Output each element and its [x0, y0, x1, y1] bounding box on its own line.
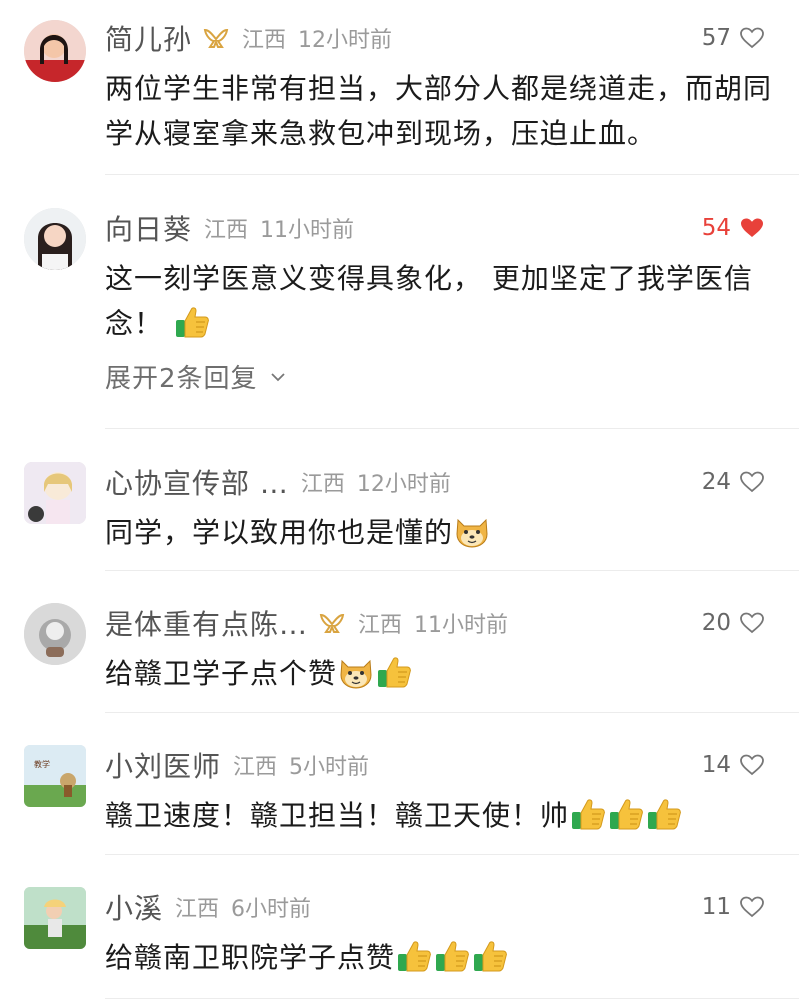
comment-item: 心协宣传部 … 江西 12小时前 24 同学，学以致用你也是懂的 — [0, 462, 799, 572]
timestamp: 12小时前 — [298, 28, 393, 53]
divider — [105, 570, 799, 571]
heart-filled-icon — [739, 216, 765, 240]
location: 江西 — [233, 755, 278, 780]
username[interactable]: 是体重有点陈… — [105, 603, 308, 643]
heart-icon — [739, 753, 765, 777]
like-button[interactable]: 24 — [702, 464, 765, 500]
comment-item: 简儿孙 江西 12小时前 57 两位学生非常有担当，大部分人都是绕道走，而胡同学… — [0, 18, 799, 178]
thumbs-up-icon — [608, 797, 644, 831]
heart-icon — [739, 470, 765, 494]
like-count: 54 — [701, 215, 731, 241]
comment-text: 给赣南卫职院学子点赞 — [105, 935, 785, 980]
heart-icon — [739, 895, 765, 919]
comment-header: 向日葵 江西 11小时前 — [105, 208, 354, 248]
location: 江西 — [204, 218, 249, 243]
username[interactable]: 小溪 — [105, 887, 163, 927]
heart-icon — [739, 26, 765, 50]
comment-item: 向日葵 江西 11小时前 54 这一刻学医意义变得具象化， 更加坚定了我学医信 … — [0, 208, 799, 423]
like-count: 20 — [701, 610, 731, 636]
comment-text: 两位学生非常有担当，大部分人都是绕道走，而胡同学从寝室拿来急救包冲到现场，压迫止… — [105, 72, 773, 150]
expand-replies-button[interactable]: 展开2条回复 — [105, 358, 286, 395]
location: 江西 — [358, 613, 403, 638]
thumbs-up-icon — [646, 797, 682, 831]
divider — [105, 428, 799, 429]
comment-header: 是体重有点陈… 江西 11小时前 — [105, 603, 508, 643]
expand-replies-label: 展开2条回复 — [105, 364, 258, 394]
comment-text-content: 给赣卫学子点个赞 — [105, 657, 338, 690]
comment-header: 小溪 江西 6小时前 — [105, 887, 311, 927]
thumbs-up-icon — [376, 655, 412, 689]
thumbs-up-icon — [472, 939, 508, 973]
username[interactable]: 向日葵 — [105, 208, 192, 248]
location: 江西 — [242, 28, 287, 53]
like-button[interactable]: 14 — [702, 747, 765, 783]
like-count: 14 — [701, 752, 731, 778]
username[interactable]: 心协宣传部 … — [105, 462, 289, 502]
divider — [105, 854, 799, 855]
avatar[interactable] — [24, 20, 86, 82]
comment-item: 小溪 江西 6小时前 11 给赣南卫职院学子点赞 — [0, 887, 799, 997]
comment-text-content: 同学，学以致用你也是懂的 — [105, 516, 454, 549]
like-count: 57 — [701, 25, 731, 51]
ribbon-badge-icon — [318, 612, 346, 634]
comment-text-line: 这一刻学医意义变得具象化， 更加坚定了我学医信 — [105, 262, 753, 295]
divider — [105, 998, 799, 999]
like-button[interactable]: 54 — [702, 210, 765, 246]
thumbs-up-icon — [174, 305, 210, 339]
thumbs-up-icon — [570, 797, 606, 831]
like-button[interactable]: 11 — [702, 889, 765, 925]
timestamp: 12小时前 — [356, 472, 451, 497]
avatar[interactable] — [24, 462, 86, 524]
avatar[interactable] — [24, 603, 86, 665]
thumbs-up-icon — [434, 939, 470, 973]
like-count: 24 — [701, 469, 731, 495]
comment-text-content: 赣卫速度！赣卫担当！赣卫天使！帅 — [105, 799, 570, 832]
timestamp: 5小时前 — [289, 755, 370, 780]
timestamp: 11小时前 — [260, 218, 355, 243]
comment-header: 简儿孙 江西 12小时前 — [105, 18, 392, 58]
doge-icon — [454, 514, 490, 548]
location: 江西 — [300, 472, 345, 497]
timestamp: 6小时前 — [231, 897, 312, 922]
comment-text: 给赣卫学子点个赞 — [105, 651, 785, 696]
divider — [105, 712, 799, 713]
username[interactable]: 小刘医师 — [105, 745, 221, 785]
avatar[interactable] — [24, 208, 86, 270]
heart-icon — [739, 611, 765, 635]
comment-header: 心协宣传部 … 江西 12小时前 — [105, 462, 451, 502]
comment-header: 小刘医师 江西 5小时前 — [105, 745, 369, 785]
divider — [105, 174, 799, 175]
ribbon-badge-icon — [202, 27, 230, 49]
doge-icon — [338, 655, 374, 689]
svg-text:教学: 教学 — [34, 759, 50, 769]
comment-text: 这一刻学医意义变得具象化， 更加坚定了我学医信 念！ — [105, 256, 785, 346]
comment-text: 赣卫速度！赣卫担当！赣卫天使！帅 — [105, 793, 785, 838]
like-button[interactable]: 57 — [702, 20, 765, 56]
comment-text: 同学，学以致用你也是懂的 — [105, 510, 785, 555]
username[interactable]: 简儿孙 — [105, 18, 192, 58]
comment-item: 是体重有点陈… 江西 11小时前 20 给赣卫学子点个赞 — [0, 603, 799, 713]
like-count: 11 — [701, 894, 731, 920]
avatar[interactable] — [24, 887, 86, 949]
comment-text-content: 给赣南卫职院学子点赞 — [105, 941, 396, 974]
like-button[interactable]: 20 — [702, 605, 765, 641]
avatar[interactable]: 教学 — [24, 745, 86, 807]
timestamp: 11小时前 — [414, 613, 509, 638]
location: 江西 — [175, 897, 220, 922]
thumbs-up-icon — [396, 939, 432, 973]
comment-text-line: 念！ — [105, 307, 164, 340]
chevron-down-icon — [270, 372, 286, 382]
comment-item: 教学 小刘医师 江西 5小时前 14 赣卫速度！赣卫担当！赣卫天使！帅 — [0, 745, 799, 855]
